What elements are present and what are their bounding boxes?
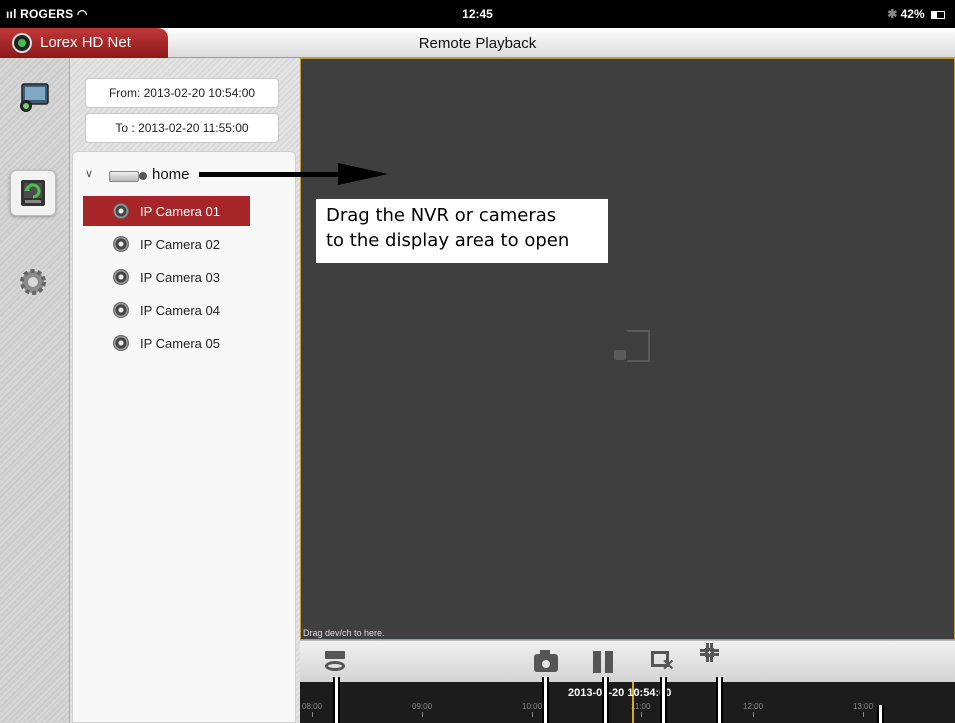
camera-label: IP Camera 02 xyxy=(140,237,220,252)
timeline-bar[interactable]: 08:00 09:00 10:00 11:00 12:00 13:00 2013… xyxy=(300,682,955,723)
remote-playback-button[interactable] xyxy=(10,170,56,216)
timeline-tick: 08:00 xyxy=(302,702,323,717)
close-channel-button[interactable]: ✕ xyxy=(649,648,677,676)
empty-channel-icon xyxy=(614,330,650,364)
drag-hint: Drag dev/ch to here. xyxy=(303,628,385,638)
camera-icon xyxy=(113,236,129,252)
timeline-current-time: 2013-02-20 10:54:00 xyxy=(568,687,672,699)
camera-icon xyxy=(113,302,129,318)
timeline-tick: 10:00 xyxy=(522,702,543,717)
callout-marker xyxy=(333,677,340,723)
nvr-icon xyxy=(109,171,147,182)
camera-label: IP Camera 05 xyxy=(140,336,220,351)
camera-icon xyxy=(113,203,129,219)
camera-icon xyxy=(113,269,129,285)
playback-icon xyxy=(21,180,45,206)
gear-icon xyxy=(20,269,46,295)
timeline-tick: 09:00 xyxy=(412,702,433,717)
screen-title: Remote Playback xyxy=(418,35,537,52)
callout-line-1: Drag the NVR or cameras xyxy=(326,205,557,226)
chevron-down-icon[interactable]: ∨ xyxy=(85,167,93,180)
from-time-field[interactable]: From: 2013-02-20 10:54:00 xyxy=(85,78,279,108)
status-time: 12:45 xyxy=(462,7,493,21)
timeline-tick: 12:00 xyxy=(743,702,764,717)
annotation-arrow-head xyxy=(338,163,388,185)
record-button[interactable] xyxy=(322,648,350,676)
camera-item-05[interactable]: IP Camera 05 xyxy=(83,328,250,358)
camera-item-03[interactable]: IP Camera 03 xyxy=(83,262,250,292)
camera-label: IP Camera 03 xyxy=(140,270,220,285)
live-view-icon xyxy=(20,83,49,112)
annotation-callout: Drag the NVR or cameras to the display a… xyxy=(316,199,608,263)
callout-marker xyxy=(877,705,884,723)
callout-marker xyxy=(716,677,723,723)
device-tree: ∨ home IP Camera 01 IP Camera 02 IP Came… xyxy=(72,151,296,723)
pause-button[interactable] xyxy=(589,648,617,676)
fullscreen-button[interactable] xyxy=(700,643,733,676)
timeline-tick: 13:00 xyxy=(853,702,874,717)
callout-marker xyxy=(602,677,609,723)
battery-percent: 42% xyxy=(900,7,925,21)
settings-button[interactable] xyxy=(10,257,56,303)
mode-rail xyxy=(0,58,70,723)
video-display-area[interactable]: Drag dev/ch to here. xyxy=(300,58,955,640)
fullscreen-icon xyxy=(700,643,719,662)
playback-toolbar: ✕ xyxy=(300,640,955,682)
status-bar: ııl ROGERS ◠ 12:45 ✱ 42% xyxy=(0,0,955,28)
camera-label: IP Camera 04 xyxy=(140,303,220,318)
camera-icon xyxy=(113,335,129,351)
camera-item-01[interactable]: IP Camera 01 xyxy=(83,196,250,226)
battery-icon xyxy=(931,10,945,19)
callout-marker xyxy=(542,677,549,723)
snapshot-button[interactable] xyxy=(532,648,560,676)
camera-item-04[interactable]: IP Camera 04 xyxy=(83,295,250,325)
callout-line-2: to the display area to open xyxy=(326,230,570,251)
callout-marker xyxy=(660,677,667,723)
device-name: home xyxy=(152,166,190,183)
camera-item-02[interactable]: IP Camera 02 xyxy=(83,229,250,259)
camera-label: IP Camera 01 xyxy=(140,204,220,219)
device-panel: From: 2013-02-20 10:54:00 To : 2013-02-2… xyxy=(70,58,300,723)
battery-indicator: ✱ 42% xyxy=(887,7,945,21)
bluetooth-icon: ✱ xyxy=(887,7,898,21)
to-time-field[interactable]: To : 2013-02-20 11:55:00 xyxy=(85,113,279,143)
title-bar: Lorex HD Net Remote Playback xyxy=(0,28,955,58)
annotation-arrow-line xyxy=(199,172,349,177)
live-view-button[interactable] xyxy=(10,76,56,122)
